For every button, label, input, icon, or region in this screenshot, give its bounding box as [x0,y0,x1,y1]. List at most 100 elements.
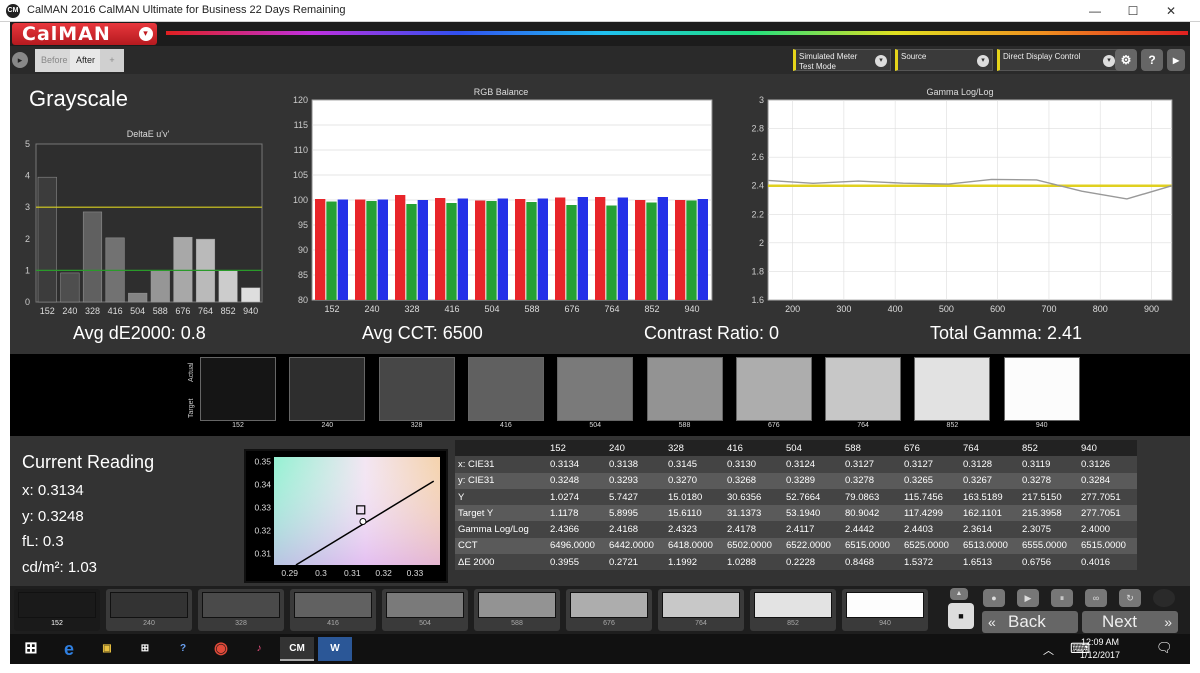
patch-color [570,592,648,618]
calman-taskbar-icon[interactable]: CM [280,637,314,661]
settings-gear-icon[interactable]: ⚙ [1115,49,1137,71]
workflow-nav-icon[interactable]: ▸ [12,52,28,68]
table-cell: 0.3293 [606,472,665,489]
patch-button[interactable]: 240 [106,589,192,631]
edge-browser-icon[interactable]: e [52,637,86,661]
patch-button[interactable]: 764 [658,589,744,631]
y-tick-label: 1.6 [751,295,764,305]
grayscale-swatch [825,357,902,421]
patch-button[interactable]: 852 [750,589,836,631]
rgb-bar [475,200,486,300]
patch-button[interactable]: 940 [842,589,928,631]
pause-icon[interactable]: ⏸ [1051,589,1073,607]
x-tick-label: 504 [130,306,145,316]
rgb-bar [577,197,588,300]
table-cell: 52.7664 [783,488,842,506]
x-tick-label: 328 [85,306,100,316]
patch-button[interactable]: 588 [474,589,560,631]
table-cell: 53.1940 [783,505,842,522]
table-row-label: x: CIE31 [455,456,547,473]
patch-color [754,592,832,618]
source-dropdown[interactable]: Source ▾ [895,49,993,71]
store-icon[interactable]: ⊞ [128,637,162,661]
help-icon[interactable]: ? [1141,49,1163,71]
source-label: Source [901,52,927,61]
play-icon[interactable]: ▶ [1017,589,1039,607]
table-column-header: 240 [606,440,665,457]
refresh-icon[interactable]: ↻ [1119,589,1141,607]
meter-dropdown[interactable]: Simulated Meter Test Mode ▾ [793,49,891,71]
app-logo-icon: CM [6,4,20,18]
rgb-bar [686,200,697,300]
app-header: CalMAN ▾ [10,22,1190,46]
y-tick-label: 0 [25,297,30,307]
table-cell: 1.5372 [901,554,960,571]
table-cell: 6502.0000 [724,537,783,555]
patch-button[interactable]: 152 [14,589,100,631]
calman-menu-button[interactable]: CalMAN ▾ [12,23,157,45]
y-tick-label: 5 [25,139,30,149]
patch-button[interactable]: 416 [290,589,376,631]
table-cell: 15.0180 [665,488,724,506]
next-button[interactable]: Next » [1082,611,1178,633]
patch-button[interactable]: 504 [382,589,468,631]
add-tab-button[interactable]: + [100,49,124,72]
close-button[interactable]: ✕ [1154,0,1188,22]
x-tick-label: 940 [684,304,699,314]
grayscale-swatch [735,357,812,421]
deltae-bar [241,287,261,303]
notification-icon[interactable]: 🗨 [1156,640,1173,656]
patch-color [846,592,924,618]
scroll-up-icon[interactable]: ▲ [950,588,968,600]
page-title: Grayscale [29,86,129,111]
tab-before[interactable]: Before [35,49,74,72]
reading-fl: fL: 0.3 [22,533,64,550]
swatch-label: 328 [410,422,423,429]
word-icon[interactable]: W [318,637,352,661]
maximize-button[interactable]: ☐ [1116,0,1150,22]
table-column-header: 940 [1078,440,1137,457]
table-cell: 2.4117 [783,521,842,538]
record-icon[interactable]: ● [983,589,1005,607]
app-name: CalMAN [22,23,111,45]
patch-button[interactable]: 676 [566,589,652,631]
help-app-icon[interactable]: ? [166,637,200,661]
table-cell: 2.4323 [665,521,724,538]
cie-y-tick: 0.35 [254,457,271,467]
loop-icon[interactable]: ∞ [1085,589,1107,607]
rgb-bar [486,201,497,300]
calman-window: CM CalMAN 2016 CalMAN Ultimate for Busin… [0,0,1200,673]
deltae-bar [82,211,103,303]
minimize-button[interactable]: — [1078,0,1112,22]
stop-button[interactable]: ■ [948,603,974,629]
table-cell: 1.0288 [724,554,783,571]
table-row: x: CIE31 0.3134 0.3138 0.3145 0.3130 0.3124 0.… [455,456,1137,473]
cie-x-tick: 0.33 [407,568,424,578]
clock-time[interactable]: 12:09 AM [1070,637,1130,647]
tab-after[interactable]: After [70,49,102,72]
rgb-bar [595,197,606,300]
clock-date[interactable]: 1/12/2017 [1070,650,1130,660]
patch-button[interactable]: 328 [198,589,284,631]
file-explorer-icon[interactable]: ▣ [90,637,124,661]
start-menu-icon[interactable]: ⊞ [14,637,48,661]
itunes-icon[interactable]: ♪ [242,637,276,661]
tray-expand-icon[interactable]: ︿ [1043,642,1054,658]
window-title: CalMAN 2016 CalMAN Ultimate for Business… [27,4,346,16]
back-button[interactable]: « Back [982,611,1078,633]
display-control-dropdown[interactable]: Direct Display Control ▾ [997,49,1119,71]
table-column-header: 588 [842,440,901,457]
table-row: ΔE 2000 0.3955 0.2721 1.1992 1.0288 0.2228 0.8… [455,554,1137,571]
x-tick-label: 900 [1144,304,1159,314]
chrome-icon[interactable]: ◉ [204,637,238,661]
x-tick-label: 852 [644,304,659,314]
y-tick-label: 1 [25,265,30,275]
table-cell: 6418.0000 [665,537,724,555]
y-tick-label: 120 [293,95,308,105]
cie-x-tick: 0.29 [281,568,298,578]
swatch-label: 416 [500,422,512,429]
avg-cct-stat: Avg CCT: 6500 [362,323,483,343]
swatch-label: 764 [857,422,869,429]
expand-panel-icon[interactable]: ▸ [1167,49,1185,71]
table-cell: 277.7051 [1078,488,1137,506]
